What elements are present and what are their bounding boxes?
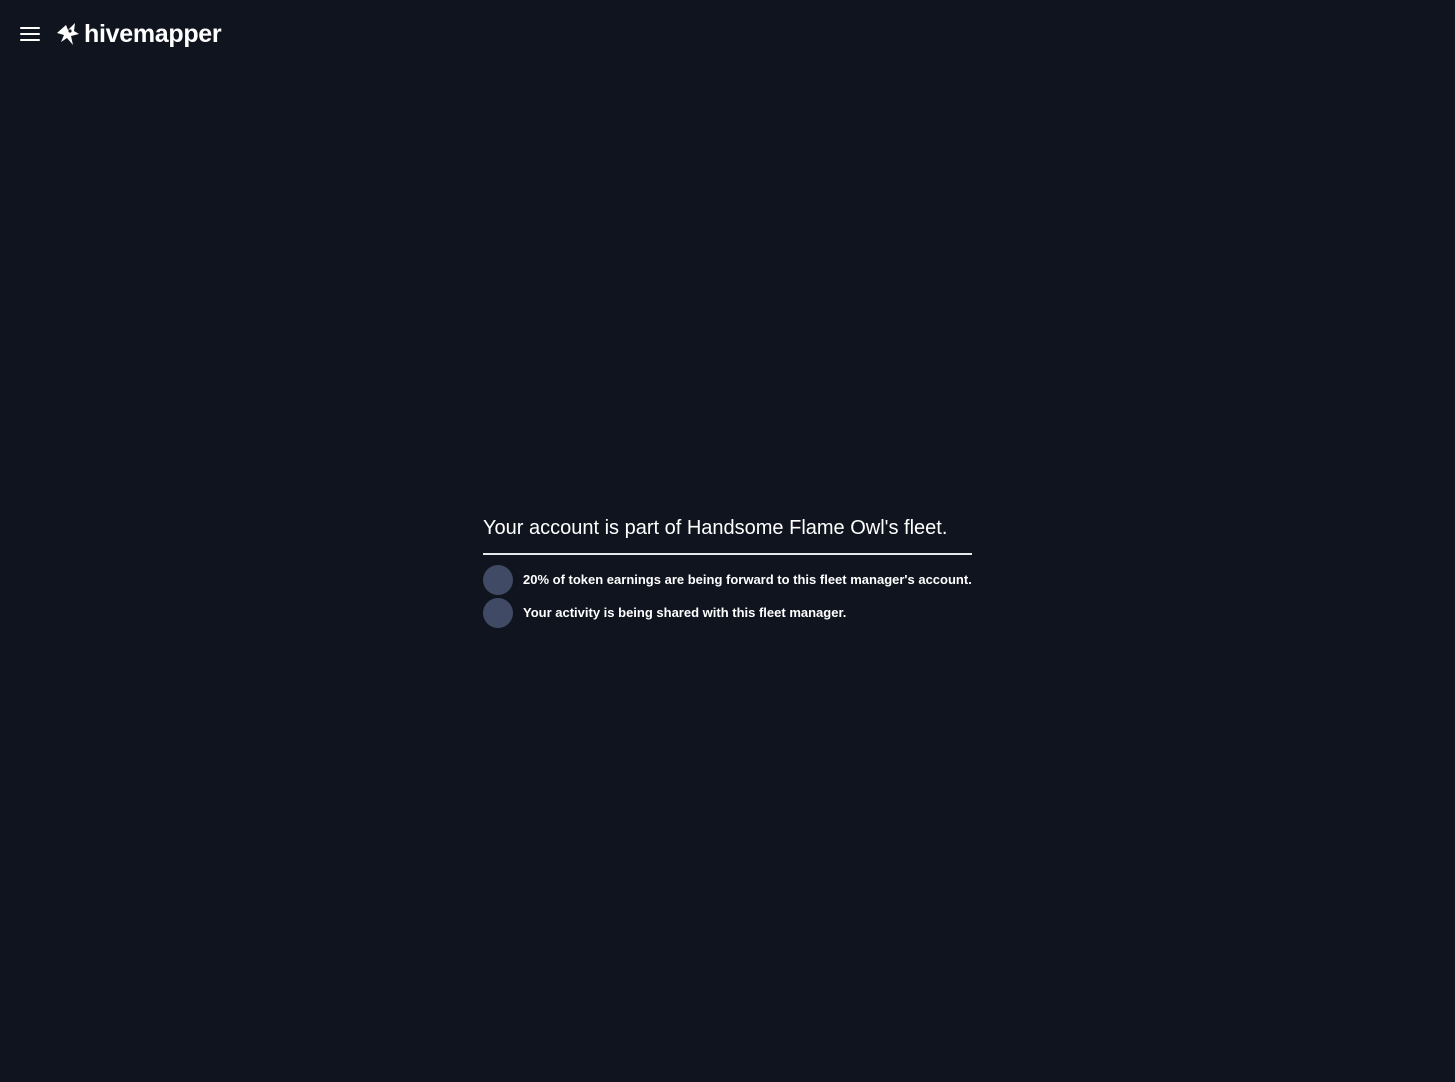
hamburger-menu-icon[interactable] — [18, 22, 42, 46]
top-bar: hivemapper — [0, 0, 1455, 70]
list-item-text: Your activity is being shared with this … — [523, 605, 847, 620]
menu-line — [20, 27, 40, 29]
list-item: Your activity is being shared with this … — [483, 596, 972, 629]
hivemapper-logo[interactable]: hivemapper — [55, 18, 222, 50]
fleet-info-list: 20% of token earnings are being forward … — [483, 563, 972, 629]
menu-line — [20, 39, 40, 41]
logo-text: hivemapper — [84, 19, 222, 48]
fleet-title: Your account is part of Handsome Flame O… — [483, 513, 972, 555]
hivemapper-logo-icon — [57, 23, 79, 45]
status-dot-icon — [483, 564, 513, 595]
menu-line — [20, 33, 40, 35]
list-item: 20% of token earnings are being forward … — [483, 563, 972, 596]
fleet-info-panel: Your account is part of Handsome Flame O… — [483, 513, 972, 629]
list-item-text: 20% of token earnings are being forward … — [523, 572, 972, 587]
status-dot-icon — [483, 597, 513, 628]
